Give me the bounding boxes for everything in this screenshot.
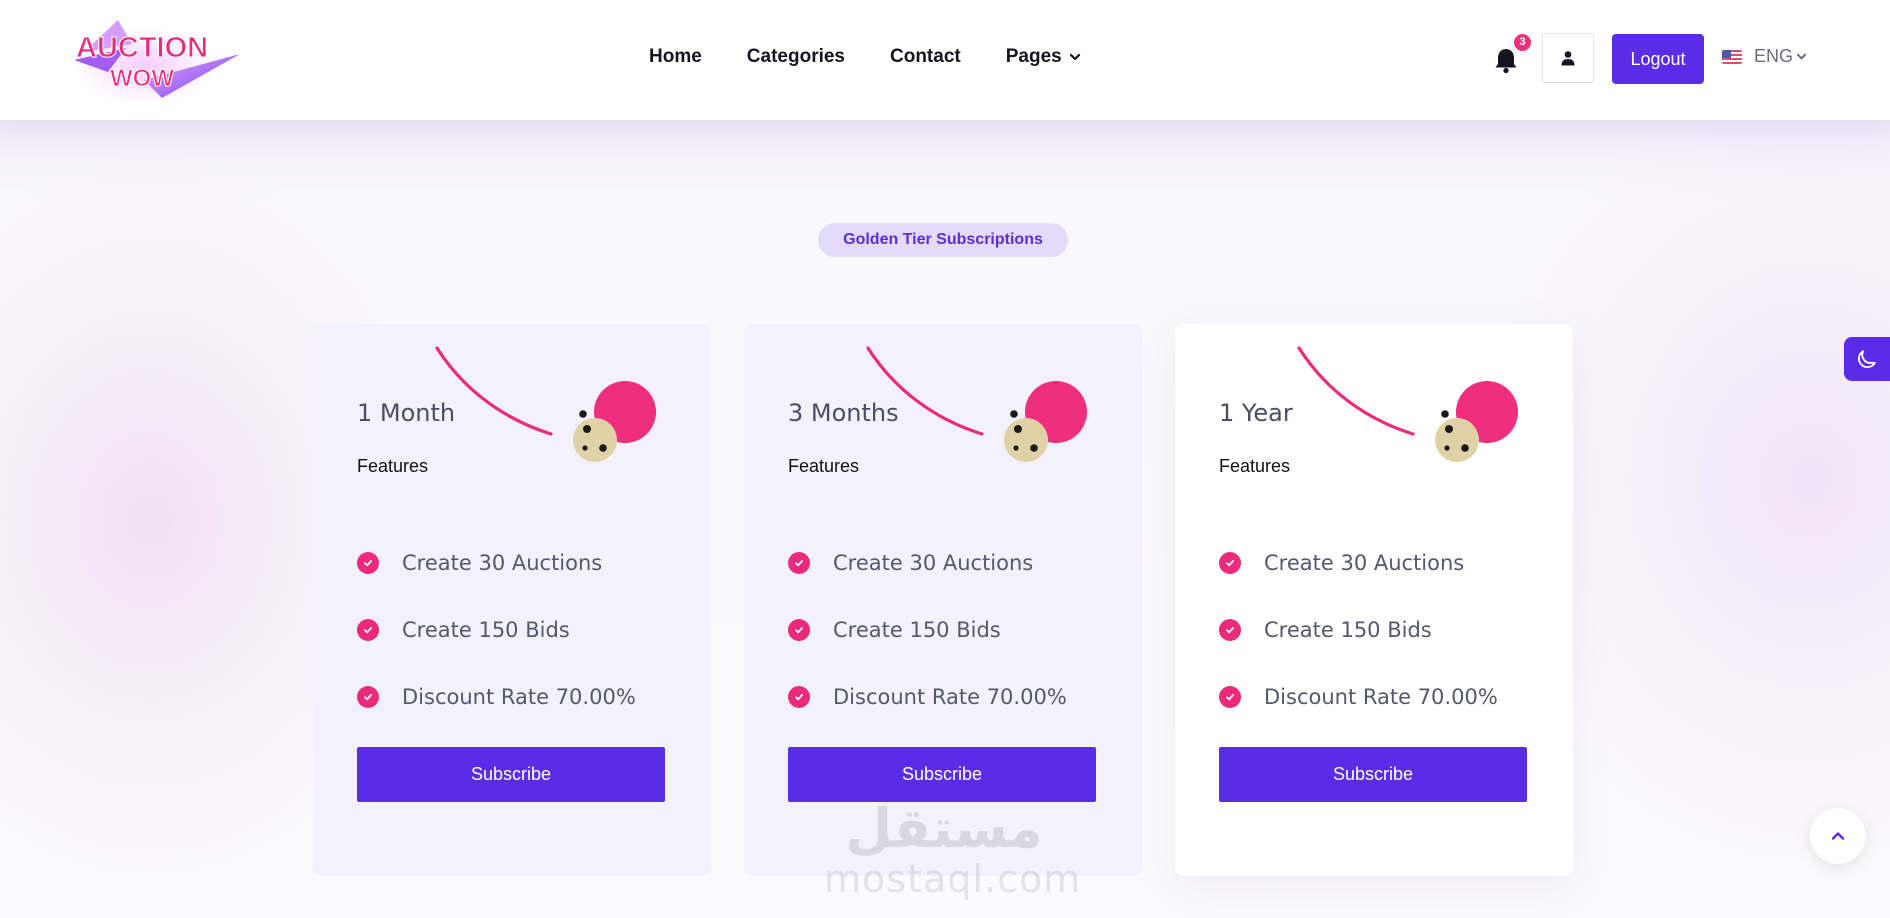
- watermark-arabic-logotype: مستقل: [845, 797, 1043, 860]
- feature-text: Create 30 Auctions: [1264, 551, 1465, 575]
- logo-text-auction: AUCTION: [76, 32, 208, 64]
- notification-count-badge: 3: [1514, 34, 1531, 51]
- features-label: Features: [1219, 456, 1291, 476]
- subscribe-button[interactable]: Subscribe: [1219, 747, 1527, 802]
- feature-text: Discount Rate 70.00%: [833, 685, 1067, 709]
- mostaql-watermark: مستقل mostaql.com: [824, 795, 1082, 905]
- watermark-text: mostaql.com: [824, 857, 1082, 901]
- chevron-down-icon: [1796, 53, 1807, 60]
- decorative-brush-illustration: [1297, 346, 1518, 462]
- us-flag-icon: [1722, 49, 1742, 64]
- svg-text:مستقل: مستقل: [845, 797, 1043, 857]
- feature-item: Discount Rate 70.00%: [788, 685, 1067, 709]
- auction-wow-logo[interactable]: AUCTION WOW: [66, 14, 246, 106]
- feature-text: Create 150 Bids: [833, 618, 1001, 642]
- moon-icon: [1858, 350, 1876, 368]
- decorative-brush-illustration: [866, 346, 1087, 462]
- decorative-brush-illustration: [435, 346, 656, 462]
- site-header: AUCTION WOW Home Categories Contact Page…: [0, 0, 1890, 120]
- feature-item: Discount Rate 70.00%: [1219, 685, 1498, 709]
- check-icon: [1219, 619, 1241, 641]
- nav-categories-link[interactable]: Categories: [747, 46, 845, 68]
- feature-item: Create 30 Auctions: [788, 551, 1033, 575]
- feature-item: Create 150 Bids: [357, 618, 570, 642]
- check-icon: [357, 619, 379, 641]
- plan-card-1-year: 1 Year Features Create 30 Auctions Creat…: [1175, 324, 1573, 876]
- dark-mode-toggle[interactable]: [1844, 337, 1890, 381]
- nav-pages-label: Pages: [1005, 46, 1062, 67]
- user-icon: [1561, 51, 1575, 66]
- check-icon: [788, 686, 810, 708]
- logo-text-wow: WOW: [110, 65, 174, 92]
- check-icon: [357, 552, 379, 574]
- nav-contact-link[interactable]: Contact: [890, 46, 961, 68]
- feature-text: Discount Rate 70.00%: [1264, 685, 1498, 709]
- feature-item: Create 150 Bids: [788, 618, 1001, 642]
- chevron-down-icon: [1069, 53, 1080, 61]
- plan-title: 3 Months: [788, 399, 899, 427]
- feature-item: Discount Rate 70.00%: [357, 685, 636, 709]
- feature-text: Discount Rate 70.00%: [402, 685, 636, 709]
- nav-home-link[interactable]: Home: [649, 46, 702, 68]
- feature-item: Create 30 Auctions: [1219, 551, 1464, 575]
- main-nav: Home Categories Contact Pages: [649, 46, 1081, 68]
- section-tag: Golden Tier Subscriptions: [818, 223, 1068, 257]
- features-label: Features: [357, 456, 429, 476]
- plan-card-3-months: 3 Months Features Create 30 Auctions Cre…: [744, 324, 1142, 876]
- features-label: Features: [788, 456, 860, 476]
- check-icon: [788, 552, 810, 574]
- subscribe-button[interactable]: Subscribe: [357, 747, 665, 802]
- feature-text: Create 150 Bids: [402, 618, 570, 642]
- arrow-up-icon: [1831, 832, 1845, 840]
- scroll-to-top-button[interactable]: [1810, 808, 1866, 864]
- logout-button[interactable]: Logout: [1612, 34, 1704, 84]
- feature-text: Create 150 Bids: [1264, 618, 1432, 642]
- plan-card-1-month: 1 Month Features Create 30 Auctions Crea…: [313, 324, 711, 876]
- plan-title: 1 Year: [1219, 399, 1293, 427]
- check-icon: [788, 619, 810, 641]
- feature-text: Create 30 Auctions: [833, 551, 1034, 575]
- subscribe-button[interactable]: Subscribe: [788, 747, 1096, 802]
- bell-icon[interactable]: [1493, 46, 1519, 74]
- check-icon: [357, 686, 379, 708]
- feature-text: Create 30 Auctions: [402, 551, 603, 575]
- plan-title: 1 Month: [357, 399, 456, 427]
- language-selector[interactable]: ENG: [1722, 46, 1807, 67]
- check-icon: [1219, 552, 1241, 574]
- nav-pages-dropdown[interactable]: Pages: [1006, 46, 1081, 68]
- user-account-button[interactable]: [1542, 33, 1594, 83]
- feature-item: Create 150 Bids: [1219, 618, 1432, 642]
- language-label: ENG: [1754, 46, 1794, 66]
- check-icon: [1219, 686, 1241, 708]
- feature-item: Create 30 Auctions: [357, 551, 602, 575]
